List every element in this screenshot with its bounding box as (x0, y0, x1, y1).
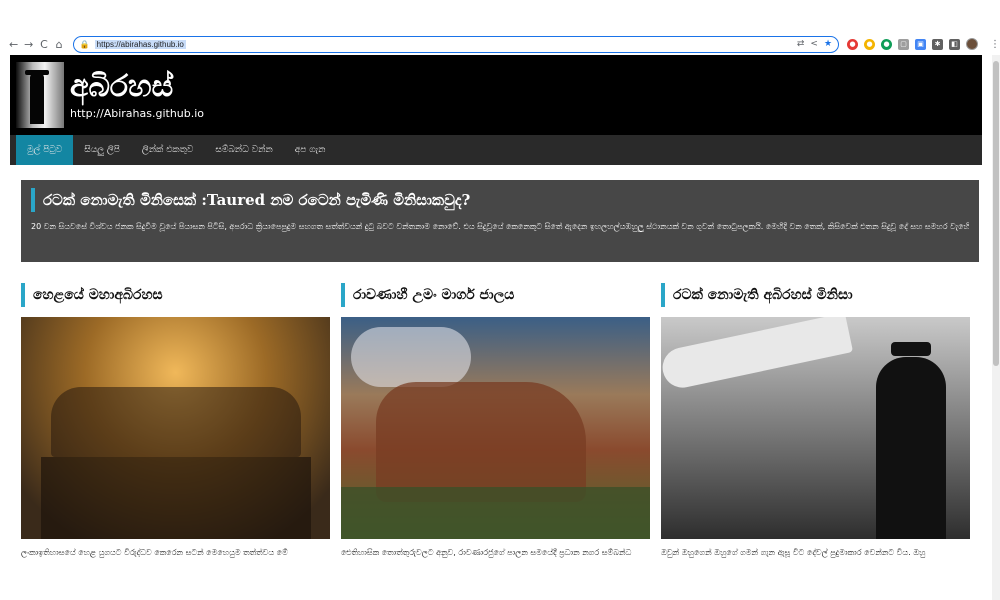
hat-silhouette (891, 342, 931, 356)
post-card: රාවණාහී උමං මාර්ග ජාලය ඓතිහාසික තොත්තුරු… (341, 283, 650, 559)
forward-icon[interactable]: → (21, 38, 36, 51)
lock-icon[interactable]: 🔒 (80, 40, 90, 49)
post-card-image[interactable] (21, 317, 330, 539)
post-card-image[interactable] (661, 317, 970, 539)
nav-item-about[interactable]: අප ගැන (284, 135, 337, 165)
shadow-band (41, 457, 311, 539)
post-card-title[interactable]: රාවණාහී උමං මාර්ග ජාලය (341, 283, 650, 307)
site-title[interactable]: අබිරහස් (70, 70, 204, 104)
profile-avatar[interactable] (966, 38, 979, 50)
extension-red-icon[interactable]: ● (847, 38, 859, 50)
share-icon[interactable]: < (810, 39, 818, 49)
featured-description: 20 වන සියවසේ විශ්වය ජනක සිදුවීම වූයේ පිය… (31, 222, 969, 231)
address-url[interactable]: https://abirahas.github.io (94, 39, 186, 49)
extension-green-icon[interactable]: ● (881, 38, 893, 50)
post-card-title[interactable]: රටක් නොමැති අබිරහස් මිනිසා (661, 283, 970, 307)
side-panel-icon[interactable]: ◧ (949, 38, 961, 50)
translate-icon[interactable]: ⇄ (797, 39, 805, 49)
reload-icon[interactable]: C (36, 38, 51, 51)
extensions-puzzle-icon[interactable]: ✱ (932, 38, 944, 50)
extension-yellow-icon[interactable]: ● (864, 38, 876, 50)
main-nav: මුල් පිටුව සියලු ලිපි ලින්ක් එකතුව සම්බන… (10, 135, 982, 165)
cloud-shape (351, 327, 471, 387)
post-card-excerpt: ලංකාඉතිහාසයේ හෙළ යුගයට විරුද්ධව කෙරෙන සට… (21, 548, 288, 557)
home-icon[interactable]: ⌂ (52, 38, 67, 51)
rock-fortress-shape (376, 382, 586, 502)
post-card: රටක් නොමැති අබිරහස් මිනිසා ඔවුන් ඔහුගෙන්… (661, 283, 970, 559)
browser-toolbar: ← → C ⌂ 🔒 https://abirahas.github.io ⇄ <… (0, 33, 1000, 55)
vertical-scrollbar[interactable] (992, 55, 1000, 600)
post-card-excerpt: ඔවුන් ඔහුගෙන් ඔහුගේ ගමන් ගැන ඇසූ විට දේව… (661, 548, 926, 557)
site-url: http://Abirahas.github.io (70, 107, 205, 120)
window-top-area (0, 0, 1000, 33)
web-page: අබිරහස් http://Abirahas.github.io මුල් ප… (0, 55, 992, 559)
nav-item-links[interactable]: ලින්ක් එකතුව (131, 135, 205, 165)
post-cards: හෙළයේ මහාඅබිරහස ලංකාඉතිහාසයේ හෙළ යුගයට ව… (21, 283, 992, 559)
post-card-excerpt: ඓතිහාසික තොත්තුරුවලට අනුව, රාවණාරජුගේ පා… (341, 548, 632, 557)
featured-post: රටක් නොමැති මිනිසෙක් :Taured නම රටෙන් පැ… (21, 180, 979, 262)
post-card-image[interactable] (341, 317, 650, 539)
bookmark-star-icon[interactable]: ★ (824, 39, 832, 49)
site-header: අබිරහස් http://Abirahas.github.io (10, 55, 982, 135)
ground-shape (341, 487, 650, 539)
airplane-shape (661, 317, 854, 392)
nav-item-contact[interactable]: සම්බන්ධ වන්න (204, 135, 283, 165)
more-menu-icon[interactable]: ⋮ (990, 39, 1000, 50)
post-card-title[interactable]: හෙළයේ මහාඅබිරහස (21, 283, 330, 307)
extension-box-icon[interactable]: ▢ (898, 38, 910, 50)
site-branding: අබිරහස් http://Abirahas.github.io (70, 70, 205, 121)
back-icon[interactable]: ← (6, 38, 21, 51)
address-bar[interactable]: 🔒 https://abirahas.github.io ⇄ < ★ (72, 35, 840, 53)
page-viewport: අබිරහස් http://Abirahas.github.io මුල් ප… (0, 55, 1000, 600)
man-silhouette (876, 357, 946, 539)
heads-silhouette (51, 387, 301, 457)
site-logo-image[interactable] (16, 62, 64, 128)
post-card: හෙළයේ මහාඅබිරහස ලංකාඉතිහාසයේ හෙළ යුගයට ව… (21, 283, 330, 559)
scrollbar-thumb[interactable] (993, 61, 999, 366)
silhouette-figure (30, 72, 44, 124)
nav-item-home[interactable]: මුල් පිටුව (16, 135, 74, 165)
featured-title[interactable]: රටක් නොමැති මිනිසෙක් :Taured නම රටෙන් පැ… (31, 188, 969, 212)
nav-item-all-posts[interactable]: සියලු ලිපි (73, 135, 131, 165)
extension-blue-icon[interactable]: ▣ (915, 38, 927, 50)
silhouette-hat (25, 70, 49, 75)
